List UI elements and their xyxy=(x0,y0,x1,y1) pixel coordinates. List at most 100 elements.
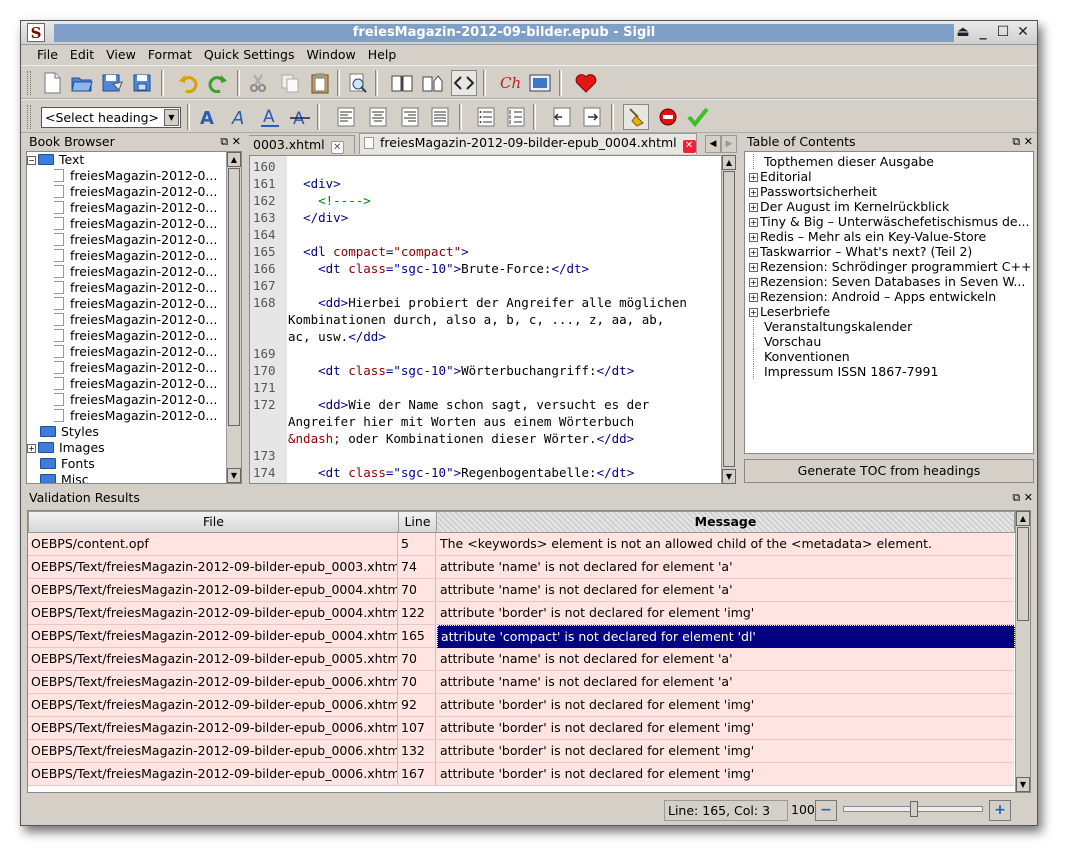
toc-item[interactable]: Impressum ISSN 1867-7991 xyxy=(745,364,1033,379)
heading-select[interactable]: <Select heading> ▼ xyxy=(41,107,181,128)
panel-float-close-icon[interactable]: ⧉ ✕ xyxy=(1012,133,1033,151)
tab-close-icon[interactable]: ✕ xyxy=(682,140,696,153)
book-browser-file[interactable]: freiesMagazin-2012-0... xyxy=(27,216,227,232)
find-replace-icon[interactable] xyxy=(345,70,371,96)
menu-help[interactable]: Help xyxy=(362,45,403,65)
copy-icon[interactable] xyxy=(277,70,303,96)
book-view-icon[interactable] xyxy=(389,70,415,96)
align-center-icon[interactable] xyxy=(365,104,391,130)
split-view-icon[interactable] xyxy=(419,70,445,96)
toc-item[interactable]: + Taskwarrior – What's next? (Teil 2) xyxy=(745,244,1033,259)
zoom-out-button[interactable]: − xyxy=(815,800,837,821)
justify-icon[interactable] xyxy=(427,104,453,130)
paste-icon[interactable] xyxy=(307,70,333,96)
redo-icon[interactable] xyxy=(205,70,231,96)
chevron-down-icon[interactable]: ▼ xyxy=(164,109,179,126)
expand-icon[interactable]: + xyxy=(749,188,758,197)
validation-scrollbar[interactable]: ▲ ▼ xyxy=(1015,511,1030,792)
scrollbar-thumb[interactable] xyxy=(1017,527,1029,621)
folder-fonts[interactable]: Fonts xyxy=(27,456,227,472)
validate-check-icon[interactable] xyxy=(685,104,711,130)
editor-scrollbar[interactable]: ▲ ▼ xyxy=(721,155,737,484)
new-file-icon[interactable] xyxy=(39,70,65,96)
tab-close-icon[interactable]: ✕ xyxy=(330,141,344,154)
menu-view[interactable]: View xyxy=(100,45,142,65)
toc-item[interactable]: + Passwortsicherheit xyxy=(745,184,1033,199)
toc-item[interactable]: + Rezension: Seven Databases in Seven W..… xyxy=(745,274,1033,289)
book-browser-file[interactable]: freiesMagazin-2012-0... xyxy=(27,264,227,280)
toc-item[interactable]: Vorschau xyxy=(745,334,1033,349)
zoom-slider-thumb[interactable] xyxy=(910,801,918,817)
toolbar-grip[interactable] xyxy=(27,71,31,95)
tab-scroll-left-icon[interactable]: ◀ xyxy=(705,135,721,153)
tab-scroll-right-icon[interactable]: ▶ xyxy=(721,135,737,153)
expand-icon[interactable]: + xyxy=(749,263,758,272)
book-browser-file[interactable]: freiesMagazin-2012-0... xyxy=(27,184,227,200)
toolbar-grip[interactable] xyxy=(27,105,31,129)
expand-icon[interactable]: + xyxy=(749,308,758,317)
table-row[interactable]: OEBPS/Text/freiesMagazin-2012-09-bilder-… xyxy=(28,694,1014,717)
panel-float-close-icon[interactable]: ⧉ ✕ xyxy=(1012,489,1033,507)
scroll-down-icon[interactable]: ▼ xyxy=(722,469,736,484)
zoom-in-button[interactable]: + xyxy=(989,800,1011,821)
book-browser-file[interactable]: freiesMagazin-2012-0... xyxy=(27,328,227,344)
bullet-list-icon[interactable] xyxy=(473,104,499,130)
toc-item[interactable]: + Redis – Mehr als ein Key-Value-Store xyxy=(745,229,1033,244)
book-browser-file[interactable]: freiesMagazin-2012-0... xyxy=(27,312,227,328)
code-editor[interactable]: 160 161 <div> 162 <!----> 163 </div> 164 165 … xyxy=(249,155,737,484)
stop-validation-icon[interactable] xyxy=(655,104,681,130)
book-browser-file[interactable]: freiesMagazin-2012-0... xyxy=(27,248,227,264)
toc-item[interactable]: + Rezension: Android – Apps entwickeln xyxy=(745,289,1033,304)
scrollbar-thumb[interactable] xyxy=(228,168,240,426)
code-view-icon[interactable] xyxy=(451,70,477,96)
folder-images[interactable]: + Images xyxy=(27,440,227,456)
column-header-message[interactable]: Message xyxy=(436,511,1015,533)
expand-icon[interactable]: + xyxy=(749,278,758,287)
menu-quick-settings[interactable]: Quick Settings xyxy=(198,45,301,65)
scroll-down-icon[interactable]: ▼ xyxy=(227,468,241,483)
table-row[interactable]: OEBPS/content.opf 5 The <keywords> element… xyxy=(28,533,1014,556)
scroll-down-icon[interactable]: ▼ xyxy=(1016,777,1030,792)
toc-item[interactable]: Topthemen dieser Ausgabe xyxy=(745,154,1033,169)
save-as-icon[interactable] xyxy=(129,70,155,96)
table-row[interactable]: OEBPS/Text/freiesMagazin-2012-09-bilder-… xyxy=(28,763,1014,786)
panel-float-close-icon[interactable]: ⧉ ✕ xyxy=(220,133,241,151)
table-row[interactable]: OEBPS/Text/freiesMagazin-2012-09-bilder-… xyxy=(28,602,1014,625)
save-icon[interactable] xyxy=(99,70,125,96)
insert-image-icon[interactable] xyxy=(527,70,553,96)
align-left-icon[interactable] xyxy=(333,104,359,130)
book-browser-file[interactable]: freiesMagazin-2012-0... xyxy=(27,376,227,392)
expand-icon[interactable]: + xyxy=(749,293,758,302)
expand-icon[interactable]: + xyxy=(27,444,36,453)
book-browser-file[interactable]: freiesMagazin-2012-0... xyxy=(27,232,227,248)
expand-icon[interactable]: + xyxy=(749,203,758,212)
book-browser-scrollbar[interactable]: ▲ ▼ xyxy=(226,152,241,483)
title-bar[interactable]: S freiesMagazin-2012-09-bilder.epub - Si… xyxy=(21,21,1037,45)
increase-indent-icon[interactable] xyxy=(579,104,605,130)
close-icon[interactable]: ✕ xyxy=(1015,23,1031,41)
tab-0003[interactable]: 0003.xhtml ✕ xyxy=(249,135,355,154)
toc-item[interactable]: + Tiny & Big – Unterwäschefetischismus de… xyxy=(745,214,1033,229)
align-right-icon[interactable] xyxy=(397,104,423,130)
toc-item[interactable]: Veranstaltungskalender xyxy=(745,319,1033,334)
toc-item[interactable]: + Der August im Kernelrückblick xyxy=(745,199,1033,214)
menu-format[interactable]: Format xyxy=(142,45,198,65)
table-row[interactable]: OEBPS/Text/freiesMagazin-2012-09-bilder-… xyxy=(28,717,1014,740)
donate-heart-icon[interactable] xyxy=(573,70,599,96)
book-browser-file[interactable]: freiesMagazin-2012-0... xyxy=(27,280,227,296)
maximize-icon[interactable]: ☐ xyxy=(995,23,1011,41)
toc-item[interactable]: + Rezension: Schrödinger programmiert C++ xyxy=(745,259,1033,274)
spellcheck-icon[interactable]: Ch xyxy=(497,70,523,96)
underline-icon[interactable]: A xyxy=(257,104,283,130)
book-browser-file[interactable]: freiesMagazin-2012-0... xyxy=(27,200,227,216)
column-header-file[interactable]: File xyxy=(28,511,399,533)
scrollbar-thumb[interactable] xyxy=(723,171,735,467)
cut-icon[interactable] xyxy=(245,70,271,96)
clean-source-icon[interactable] xyxy=(623,104,649,130)
menu-edit[interactable]: Edit xyxy=(64,45,100,65)
shade-icon[interactable]: ⏏ xyxy=(955,23,971,41)
open-folder-icon[interactable] xyxy=(69,70,95,96)
table-row[interactable]: OEBPS/Text/freiesMagazin-2012-09-bilder-… xyxy=(28,740,1014,763)
folder-styles[interactable]: Styles xyxy=(27,424,227,440)
tab-0004[interactable]: freiesMagazin-2012-09-bilder-epub_0004.x… xyxy=(359,133,697,154)
